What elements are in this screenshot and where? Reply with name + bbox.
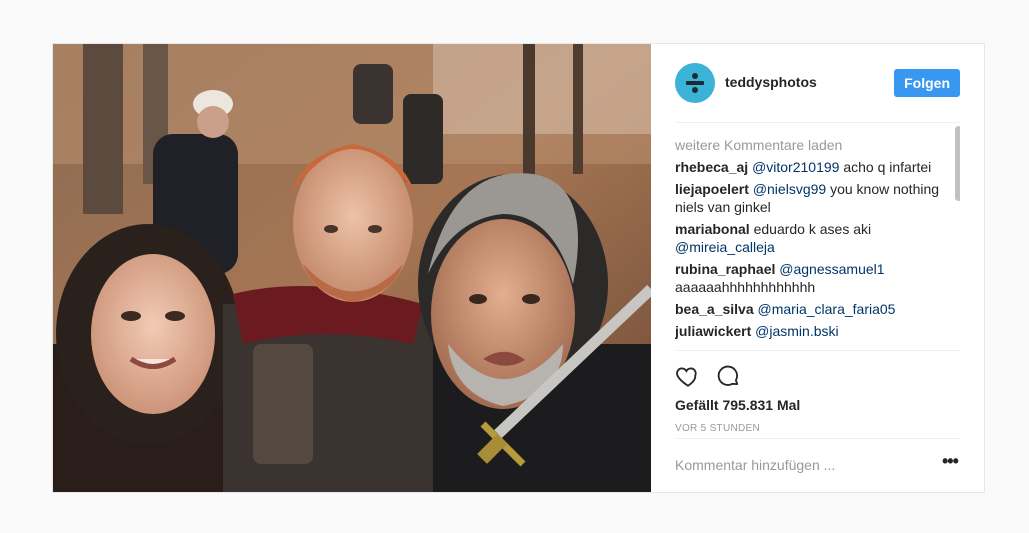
heart-icon[interactable]: [675, 363, 701, 389]
comment-item: rhebeca_aj @vitor210199 acho q infartei: [675, 158, 960, 176]
comment-user[interactable]: juliawickert: [675, 323, 751, 339]
comment-mention[interactable]: @maria_clara_faria05: [758, 301, 896, 317]
selfie-image: [53, 44, 651, 492]
comment-text: eduardo k ases aki: [749, 221, 872, 237]
comment-input[interactable]: [675, 439, 925, 491]
load-more-comments[interactable]: weitere Kommentare laden: [675, 136, 960, 154]
comment-user[interactable]: rhebeca_aj: [675, 159, 748, 175]
comment-user[interactable]: rubina_raphael: [675, 261, 775, 277]
comment-mention[interactable]: @nielsvg99: [753, 181, 826, 197]
comment-mention[interactable]: @agnessamuel1: [779, 261, 884, 277]
ellipsis-icon[interactable]: •••: [942, 452, 960, 474]
post-actions: Gefällt 795.831 Mal VOR 5 STUNDEN: [675, 350, 960, 434]
comment-icon[interactable]: [715, 363, 741, 389]
comment-item: liejapoelert @nielsvg99 you know nothing…: [675, 180, 960, 216]
post-photo[interactable]: [53, 44, 651, 492]
add-comment-bar: •••: [675, 438, 960, 491]
comment-mention[interactable]: @mireia_calleja: [675, 239, 775, 255]
comment-mention[interactable]: @jasmin.bski: [755, 323, 838, 339]
comment-text: acho q infartei: [839, 159, 932, 175]
comment-mention[interactable]: @vitor210199: [752, 159, 839, 175]
post-time[interactable]: VOR 5 STUNDEN: [675, 423, 760, 434]
username-link[interactable]: teddysphotos: [725, 74, 817, 90]
comment-user[interactable]: liejapoelert: [675, 181, 749, 197]
post-header: teddysphotos Folgen: [675, 44, 960, 123]
comments-scrollbar[interactable]: [955, 126, 960, 346]
comment-item: bea_a_silva @maria_clara_faria05: [675, 300, 960, 318]
comment-item: rubina_raphael @agnessamuel1 aaaaaahhhhh…: [675, 260, 960, 296]
comment-user[interactable]: bea_a_silva: [675, 301, 754, 317]
comment-item: mariabonal eduardo k ases aki @mireia_ca…: [675, 220, 960, 256]
comment-item: juliawickert @jasmin.bski: [675, 322, 960, 340]
likes-count[interactable]: Gefällt 795.831 Mal: [675, 397, 800, 413]
scrollbar-thumb[interactable]: [955, 126, 960, 201]
divide-logo-icon: [692, 73, 698, 79]
avatar[interactable]: [675, 63, 715, 103]
comment-user[interactable]: mariabonal: [675, 221, 750, 237]
post-card: teddysphotos Folgen weitere Kommentare l…: [52, 43, 985, 493]
comment-text: aaaaaahhhhhhhhhhhh: [675, 279, 816, 295]
post-sidebar: teddysphotos Folgen weitere Kommentare l…: [651, 44, 984, 492]
follow-button[interactable]: Folgen: [894, 69, 960, 97]
comments-list: weitere Kommentare laden rhebeca_aj @vit…: [675, 122, 960, 350]
